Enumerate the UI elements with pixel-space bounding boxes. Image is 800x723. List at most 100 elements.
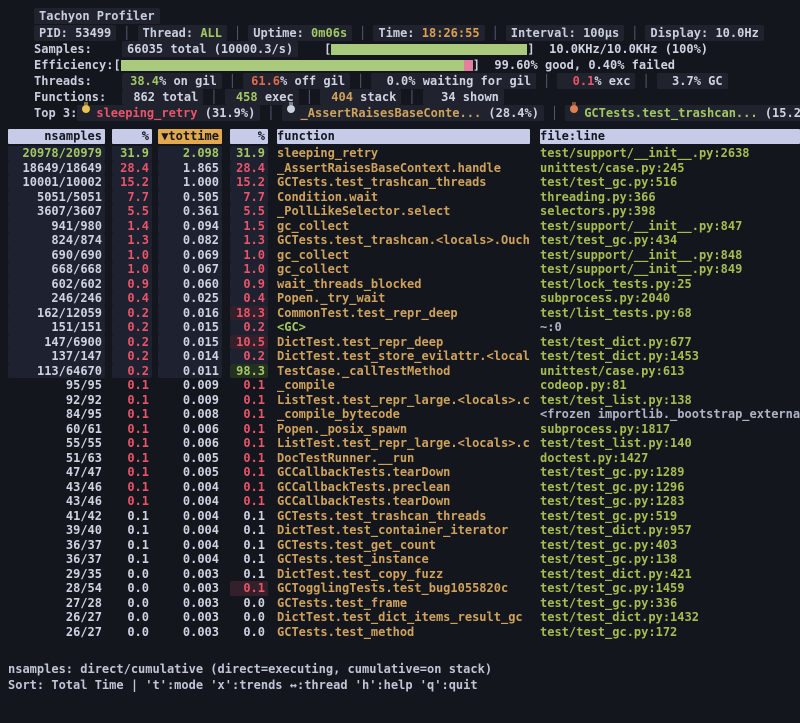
tottime-cell: 0.015 bbox=[158, 335, 222, 350]
table-row[interactable]: 36/370.10.0040.1GCTests.test_instancetes… bbox=[8, 552, 800, 567]
table-row[interactable]: 668/6681.00.0671.0gc_collecttest/support… bbox=[8, 262, 800, 277]
nsamples-cell: 36/37 bbox=[8, 538, 105, 553]
column-header-function[interactable]: function bbox=[277, 129, 530, 144]
table-row[interactable]: 27/280.00.0030.0GCTests.test_frametest/t… bbox=[8, 596, 800, 611]
table-row[interactable]: 10001/1000215.21.00015.2GCTests.test_tra… bbox=[8, 175, 800, 190]
table-row[interactable]: 47/470.10.0050.1GCCallbackTests.tearDown… bbox=[8, 465, 800, 480]
direct-pct-cell: 7.7 bbox=[112, 190, 152, 205]
table-row[interactable]: 51/630.10.0050.1DocTestRunner.__rundocte… bbox=[8, 451, 800, 466]
direct-pct-cell: 0.1 bbox=[112, 451, 152, 466]
table-row[interactable]: 824/8741.30.0821.3GCTests.test_trashcan.… bbox=[8, 233, 800, 248]
table-row[interactable]: 60/610.10.0060.1Popen._posix_spawnsubpro… bbox=[8, 422, 800, 437]
divider bbox=[229, 73, 236, 89]
fileline-cell: unittest/case.py:245 bbox=[540, 161, 800, 176]
table-row[interactable]: 941/9801.40.0941.5gc_collecttest/support… bbox=[8, 219, 800, 234]
direct-pct-cell: 0.0 bbox=[112, 567, 152, 582]
column-header-nsamples[interactable]: nsamples bbox=[8, 129, 105, 144]
table-row[interactable]: 113/646700.20.01198.3TestCase._callTestM… bbox=[8, 364, 800, 379]
thread-field[interactable]: Thread: ALL bbox=[138, 25, 228, 41]
fileline-cell: test/test_dict.py:421 bbox=[540, 567, 800, 582]
table-row[interactable]: 20978/2097931.92.09831.9sleeping_retryte… bbox=[8, 146, 800, 161]
top3-entry-2[interactable]: _AssertRaisesBaseConte... (28.4%) bbox=[282, 105, 544, 121]
tottime-cell: 0.006 bbox=[158, 436, 222, 451]
threads-label: Threads: bbox=[34, 73, 122, 89]
table-row[interactable]: 5051/50517.70.5057.7Condition.waitthread… bbox=[8, 190, 800, 205]
column-header-[interactable]: % bbox=[230, 129, 268, 144]
table-row[interactable]: 92/920.10.0090.1ListTest.test_repr_large… bbox=[8, 393, 800, 408]
function-cell: sleeping_retry bbox=[277, 146, 530, 161]
table-row[interactable]: 602/6020.90.0600.9wait_threads_blockedte… bbox=[8, 277, 800, 292]
cumulative-pct-cell: 0.2 bbox=[230, 320, 268, 335]
cumulative-pct-cell: 0.1 bbox=[230, 465, 268, 480]
fileline-cell: test/test_gc.py:516 bbox=[540, 175, 800, 190]
thread-stat-value-4: 3.7 bbox=[662, 73, 694, 89]
function-cell: gc_collect bbox=[277, 248, 530, 263]
cumulative-pct-cell: 0.1 bbox=[230, 523, 268, 538]
tottime-cell: 0.005 bbox=[158, 451, 222, 466]
table-row[interactable]: 39/400.10.0040.1DictTest.test_container_… bbox=[8, 523, 800, 538]
cumulative-pct-cell: 1.3 bbox=[230, 233, 268, 248]
table-row[interactable]: 36/370.10.0040.1GCTests.test_get_countte… bbox=[8, 538, 800, 553]
efficiency-bar-failed bbox=[464, 60, 473, 71]
table-row[interactable]: 147/69000.20.01510.5DictTest.test_repr_d… bbox=[8, 335, 800, 350]
function-stat-unit-3: shown bbox=[456, 89, 499, 105]
table-row[interactable]: 162/120590.20.01618.3CommonTest.test_rep… bbox=[8, 306, 800, 321]
divider bbox=[306, 89, 313, 105]
table-row[interactable]: 28/540.00.0030.1GCTogglingTests.test_bug… bbox=[8, 581, 800, 596]
function-stat-value-2: 404 bbox=[325, 89, 353, 105]
direct-pct-cell: 0.2 bbox=[112, 335, 152, 350]
tottime-cell: 0.016 bbox=[158, 306, 222, 321]
column-header-fileline[interactable]: file:line bbox=[540, 129, 800, 144]
fileline-cell: test/test_gc.py:434 bbox=[540, 233, 800, 248]
table-row[interactable]: 29/350.00.0030.1DictTest.test_copy_fuzzt… bbox=[8, 567, 800, 582]
table-row[interactable]: 43/460.10.0040.1GCCallbackTests.tearDown… bbox=[8, 494, 800, 509]
table-row[interactable]: 43/460.10.0040.1GCCallbackTests.preclean… bbox=[8, 480, 800, 495]
function-stat-value-3: 34 bbox=[428, 89, 456, 105]
table-row[interactable]: 151/1510.20.0150.2<GC>~:0 bbox=[8, 320, 800, 335]
function-cell: GCTests.test_instance bbox=[277, 552, 530, 567]
nsamples-cell: 3607/3607 bbox=[8, 204, 105, 219]
direct-pct-cell: 1.0 bbox=[112, 262, 152, 277]
samples-total: 66035 total (10000.3/s) bbox=[122, 41, 298, 57]
table-row[interactable]: 246/2460.40.0250.4Popen._try_waitsubproc… bbox=[8, 291, 800, 306]
profile-table: nsamples% ▼tottime% function file:line 2097… bbox=[0, 129, 800, 639]
table-row[interactable]: 137/1470.20.0140.2DictTest.test_store_ev… bbox=[8, 349, 800, 364]
fileline-cell: test/support/__init__.py:2638 bbox=[540, 146, 800, 161]
column-header-tottime[interactable]: ▼tottime bbox=[158, 129, 222, 144]
table-row[interactable]: 55/550.10.0060.1ListTest.test_repr_large… bbox=[8, 436, 800, 451]
fileline-cell: test/test_gc.py:172 bbox=[540, 625, 800, 640]
tottime-cell: 0.005 bbox=[158, 465, 222, 480]
table-row[interactable]: 84/950.10.0080.1_compile_bytecode<frozen… bbox=[8, 407, 800, 422]
cumulative-pct-cell: 5.5 bbox=[230, 204, 268, 219]
nsamples-cell: 18649/18649 bbox=[8, 161, 105, 176]
tottime-cell: 0.060 bbox=[158, 277, 222, 292]
table-row[interactable]: 41/420.10.0040.1GCTests.test_trashcan_th… bbox=[8, 509, 800, 524]
tottime-cell: 0.003 bbox=[158, 596, 222, 611]
fileline-cell: codeop.py:81 bbox=[540, 378, 800, 393]
table-row[interactable]: 26/270.00.0030.0GCTests.test_methodtest/… bbox=[8, 625, 800, 640]
table-row[interactable]: 26/270.00.0030.0DictTest.test_dict_items… bbox=[8, 610, 800, 625]
cumulative-pct-cell: 98.3 bbox=[230, 364, 268, 379]
table-row[interactable]: 3607/36075.50.3615.5_PollLikeSelector.se… bbox=[8, 204, 800, 219]
column-header-[interactable]: % bbox=[112, 129, 152, 144]
fileline-cell: test/test_gc.py:336 bbox=[540, 596, 800, 611]
table-row[interactable]: 95/950.10.0090.1_compilecodeop.py:81 bbox=[8, 378, 800, 393]
cumulative-pct-cell: 0.1 bbox=[230, 480, 268, 495]
fileline-cell: test/test_gc.py:1459 bbox=[540, 581, 800, 596]
thread-stat-value-2: 0.0 bbox=[376, 73, 408, 89]
table-row[interactable]: 690/6901.00.0691.0gc_collecttest/support… bbox=[8, 248, 800, 263]
divider bbox=[492, 25, 499, 41]
fileline-cell: test/test_gc.py:1283 bbox=[540, 494, 800, 509]
tottime-cell: 0.003 bbox=[158, 610, 222, 625]
efficiency-text: 99.60% good, 0.40% failed bbox=[494, 57, 675, 73]
top3-entry-1[interactable]: sleeping_retry (31.9%) bbox=[77, 105, 260, 121]
top3-entry-3[interactable]: GCTests.test_trashcan... (15.2%) bbox=[565, 105, 800, 121]
direct-pct-cell: 0.0 bbox=[112, 610, 152, 625]
tottime-cell: 0.505 bbox=[158, 190, 222, 205]
header-block: Tachyon Profiler PID: 53499Thread: ALLUp… bbox=[0, 0, 800, 121]
tottime-cell: 0.361 bbox=[158, 204, 222, 219]
table-row[interactable]: 18649/1864928.41.86528.4_AssertRaisesBas… bbox=[8, 161, 800, 176]
tottime-cell: 0.006 bbox=[158, 422, 222, 437]
nsamples-cell: 60/61 bbox=[8, 422, 105, 437]
fileline-cell: test/test_list.py:140 bbox=[540, 436, 800, 451]
